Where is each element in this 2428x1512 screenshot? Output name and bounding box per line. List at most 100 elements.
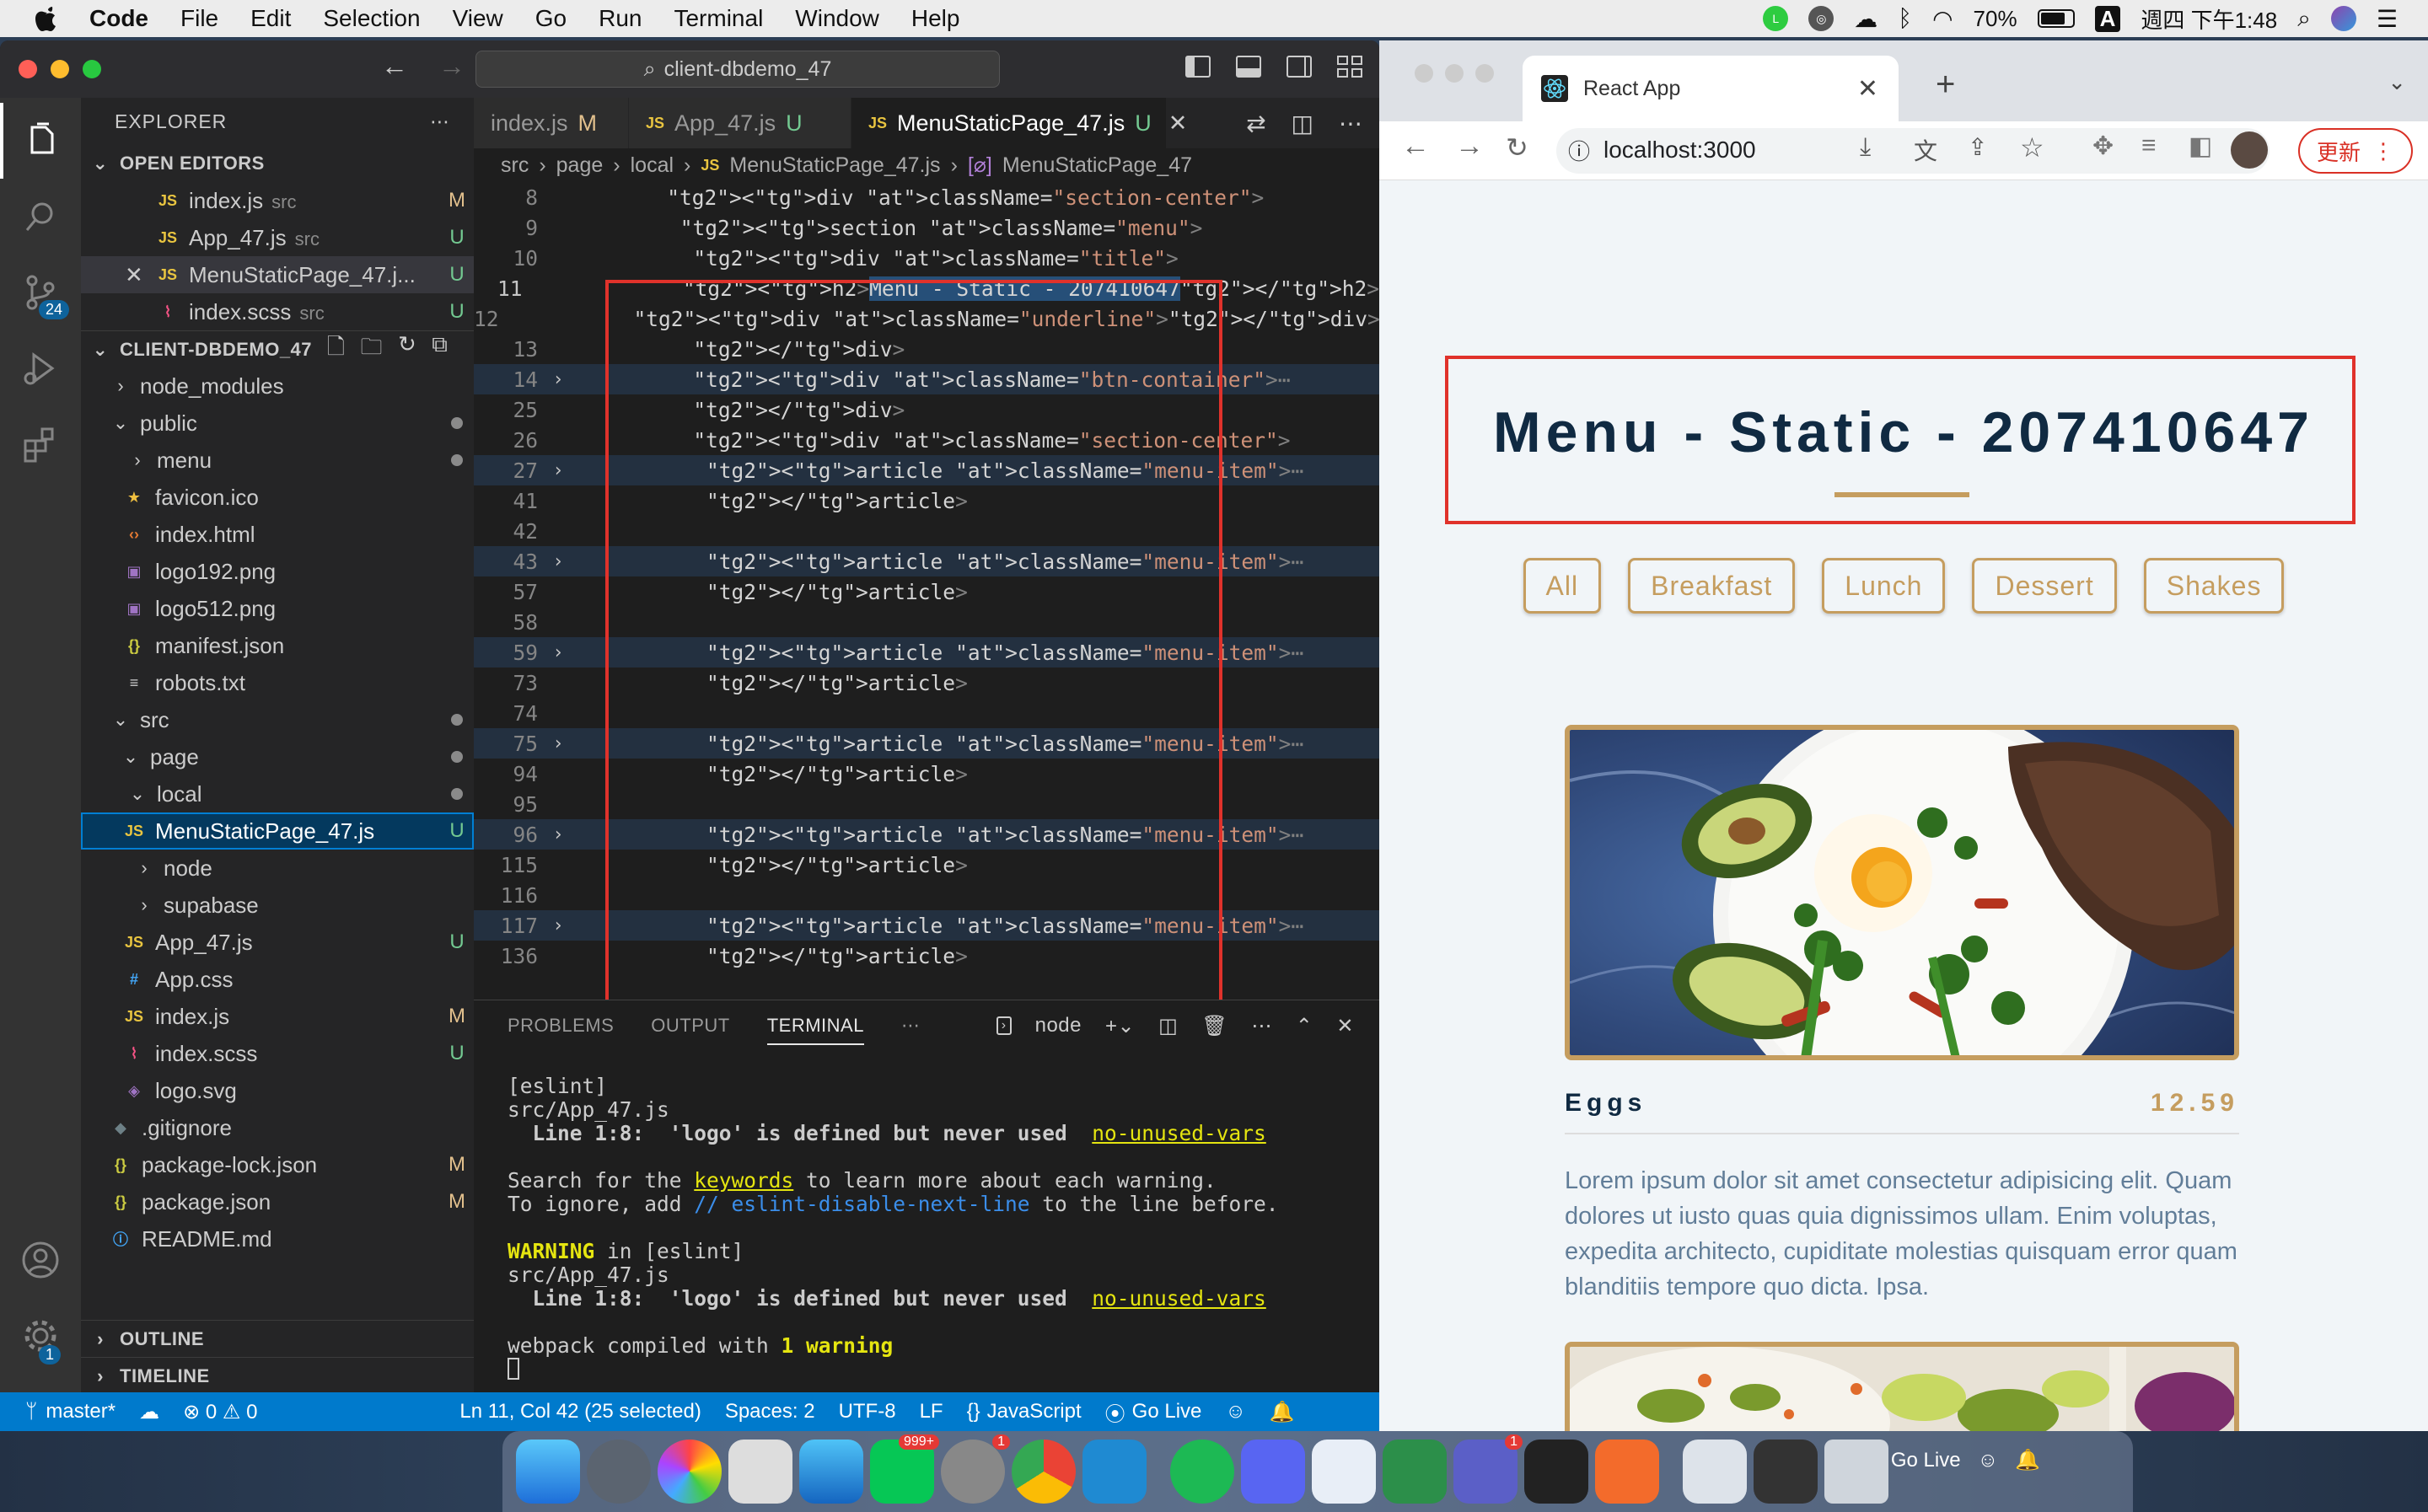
code-line[interactable]: 43 › "tg2"><"tg">article "at">className="m… (474, 546, 1379, 576)
reload-icon[interactable]: ↻ (1506, 131, 1528, 164)
trash-icon[interactable]: 🗑 (1201, 1014, 1227, 1038)
browser-tab[interactable]: React App ✕ (1523, 56, 1899, 121)
code-line[interactable]: 94 "tg2"></"tg">article> (474, 759, 1379, 789)
code-line[interactable]: 10 "tg2"><"tg">div "at">className="title"… (474, 243, 1379, 273)
close-window-button[interactable] (19, 60, 37, 78)
creative-cloud-icon[interactable]: ☁ (1854, 5, 1877, 33)
accounts-icon[interactable] (0, 1222, 81, 1298)
compare-changes-icon[interactable]: ⇄ (1246, 110, 1265, 137)
menu-run[interactable]: Run (599, 5, 642, 32)
photos-icon[interactable] (658, 1440, 722, 1504)
code-line[interactable]: 74 (474, 698, 1379, 728)
bluetooth-icon[interactable]: ᛒ (1898, 5, 1912, 32)
tree-folder[interactable]: ⌄ page (81, 738, 474, 775)
minimized-window-icon[interactable] (1754, 1440, 1818, 1504)
tree-file[interactable]: ⌇ index.scss U (81, 1035, 474, 1072)
tab-problems[interactable]: PROBLEMS (508, 1015, 614, 1037)
edge-icon[interactable] (1312, 1440, 1376, 1504)
collapse-all-icon[interactable]: ⧉ (432, 331, 448, 368)
code-line[interactable]: 116 (474, 880, 1379, 910)
tree-file[interactable]: ▣ logo512.png (81, 590, 474, 627)
close-tab-icon[interactable]: ✕ (1857, 74, 1878, 104)
refresh-icon[interactable]: ↻ (398, 331, 416, 368)
fold-chevron-icon[interactable]: › (541, 460, 575, 481)
explorer-icon[interactable] (0, 103, 81, 179)
site-info-icon[interactable]: ⓘ (1568, 135, 1590, 166)
feedback-icon[interactable]: ☺ (1225, 1400, 1246, 1424)
tab-index-js[interactable]: index.js M (474, 98, 629, 148)
manage-gear-icon[interactable]: 1 (0, 1298, 81, 1374)
filter-lunch-button[interactable]: Lunch (1822, 558, 1946, 614)
control-center-icon[interactable]: ☰ (2377, 5, 2398, 33)
search-activity-icon[interactable] (0, 179, 81, 255)
apple-icon[interactable] (30, 3, 64, 34)
encoding[interactable]: UTF-8 (839, 1400, 896, 1424)
source-control-icon[interactable]: 24 (0, 255, 81, 330)
timeline-header[interactable]: › TIMELINE (81, 1357, 474, 1394)
filter-all-button[interactable]: All (1523, 558, 1602, 614)
terminal-app-icon[interactable] (1524, 1440, 1588, 1504)
vscode-icon[interactable] (1082, 1440, 1147, 1504)
discord-icon[interactable] (1241, 1440, 1305, 1504)
minimize-window-button[interactable] (1445, 64, 1464, 83)
more-actions-icon[interactable]: ⋯ (1251, 1014, 1272, 1038)
url-text[interactable]: localhost:3000 (1603, 137, 1756, 164)
more-tabs-icon[interactable]: ⋯ (901, 1015, 921, 1037)
new-file-icon[interactable]: 🗋 (327, 331, 345, 368)
run-debug-icon[interactable] (0, 330, 81, 406)
code-editor[interactable]: 8 "tg2"><"tg">div "at">className="section… (474, 182, 1379, 1000)
menu-go[interactable]: Go (535, 5, 567, 32)
git-branch-icon[interactable]: ᛘ (25, 1400, 37, 1424)
rule-link[interactable]: no-unused-vars (1092, 1286, 1266, 1311)
code-line[interactable]: 96 › "tg2"><"tg">article "at">className="m… (474, 819, 1379, 850)
close-tab-icon[interactable]: ✕ (1168, 110, 1188, 137)
toggle-panel-icon[interactable] (1236, 56, 1261, 78)
menu-app-name[interactable]: Code (89, 5, 148, 32)
menu-help[interactable]: Help (911, 5, 960, 32)
tab-menustaticpage-js[interactable]: JS MenuStaticPage_47.js U ✕ (851, 98, 1187, 148)
back-arrow-icon[interactable]: ← (381, 51, 408, 82)
code-line[interactable]: 9 "tg2"><"tg">section "at">className="men… (474, 212, 1379, 243)
forward-arrow-icon[interactable]: → (438, 51, 465, 82)
side-panel-icon[interactable]: ◧ (2189, 131, 2212, 161)
menu-terminal[interactable]: Terminal (674, 5, 763, 32)
command-center-search[interactable]: ⌕ client-dbdemo_47 (475, 51, 1000, 88)
code-line[interactable]: 12 "tg2"><"tg">div "at">className="underl… (474, 303, 1379, 334)
menu-window[interactable]: Window (795, 5, 879, 32)
install-app-icon[interactable]: ⤓ (1860, 133, 1871, 162)
open-editor-item[interactable]: ⌇ index.scss src U (81, 293, 474, 330)
outline-header[interactable]: › OUTLINE (81, 1320, 474, 1357)
breadcrumb-item[interactable]: page (556, 153, 604, 178)
tree-file[interactable]: ◈ logo.svg (81, 1072, 474, 1109)
tree-file-selected[interactable]: JS MenuStaticPage_47.js U (81, 812, 474, 850)
tree-file[interactable]: ◆ .gitignore (81, 1109, 474, 1146)
zoom-window-button[interactable] (83, 60, 101, 78)
breadcrumb-item[interactable]: local (631, 153, 674, 178)
tree-file[interactable]: {} package-lock.json M (81, 1146, 474, 1183)
tree-file[interactable]: # App.css (81, 961, 474, 998)
toggle-sidebar-icon[interactable] (1185, 56, 1211, 78)
tab-terminal[interactable]: TERMINAL (766, 1015, 864, 1045)
tree-folder[interactable]: ⌄ public (81, 405, 474, 442)
chrome-icon[interactable] (1012, 1440, 1076, 1504)
language-mode[interactable]: JavaScript (987, 1400, 1082, 1424)
code-line[interactable]: 73 "tg2"></"tg">article> (474, 668, 1379, 698)
problems-count[interactable]: ⊗ 0 ⚠ 0 (183, 1400, 257, 1424)
teams-icon[interactable]: 1 (1453, 1434, 1523, 1504)
sync-icon[interactable]: ☁ (139, 1400, 159, 1424)
new-folder-icon[interactable]: 🗀 (360, 331, 383, 368)
finder-icon[interactable] (516, 1440, 580, 1504)
git-branch[interactable]: master* (46, 1400, 115, 1424)
terminal-output[interactable]: [eslint] src/App_47.js Line 1:8: 'logo' … (474, 1051, 1379, 1381)
tree-folder[interactable]: › node_modules (81, 367, 474, 405)
tree-folder[interactable]: › supabase (81, 887, 474, 924)
bookmark-star-icon[interactable]: ☆ (2020, 131, 2044, 164)
extensions-icon[interactable] (0, 406, 81, 482)
battery-icon[interactable] (2037, 9, 2075, 28)
profile-avatar[interactable] (2231, 131, 2268, 169)
close-icon[interactable]: ✕ (125, 262, 153, 288)
share-icon[interactable]: ⇪ (1968, 133, 1987, 161)
code-line[interactable]: 57 "tg2"></"tg">article> (474, 576, 1379, 607)
open-editors-header[interactable]: ⌄ OPEN EDITORS (81, 145, 474, 182)
tab-output[interactable]: OUTPUT (651, 1015, 729, 1037)
